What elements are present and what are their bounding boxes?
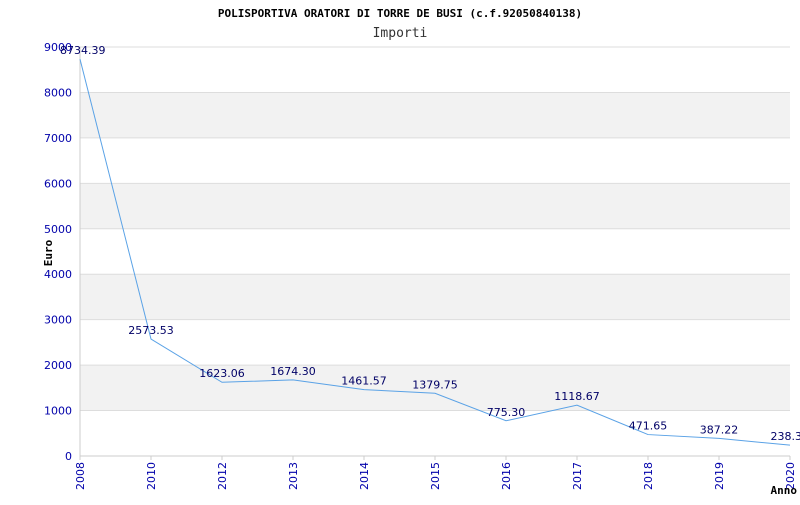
y-tick-label: 2000 xyxy=(44,359,72,372)
y-tick-label: 8000 xyxy=(44,86,72,99)
y-tick-label: 1000 xyxy=(44,405,72,418)
y-tick-label: 6000 xyxy=(44,177,72,190)
data-label: 238.3 xyxy=(771,430,800,443)
chart-title: POLISPORTIVA ORATORI DI TORRE DE BUSI (c… xyxy=(218,7,582,20)
data-label: 8734.39 xyxy=(60,44,106,57)
x-tick-label: 2015 xyxy=(429,462,442,490)
x-tick-label: 2012 xyxy=(216,462,229,490)
data-label: 775.30 xyxy=(487,406,526,419)
y-tick-label: 4000 xyxy=(44,268,72,281)
data-label: 1674.30 xyxy=(270,365,316,378)
data-label: 387.22 xyxy=(700,423,739,436)
data-label: 471.65 xyxy=(629,420,668,433)
chart-subtitle: Importi xyxy=(373,26,428,41)
x-axis-ticks: 2008 2010 2012 2013 2014 2015 2016 2017 2018 2019… xyxy=(74,456,797,490)
x-tick-label: 2010 xyxy=(145,462,158,490)
y-tick-label: 3000 xyxy=(44,314,72,327)
grid-band xyxy=(80,274,790,319)
data-label: 1379.75 xyxy=(412,378,458,391)
x-tick-label: 2019 xyxy=(713,462,726,490)
y-axis-label: Euro xyxy=(42,239,55,266)
y-tick-label: 5000 xyxy=(44,223,72,236)
grid-band xyxy=(80,92,790,137)
x-tick-label: 2014 xyxy=(358,462,371,490)
x-tick-label: 2018 xyxy=(642,462,655,490)
x-tick-label: 2013 xyxy=(287,462,300,490)
x-tick-label: 2008 xyxy=(74,462,87,490)
y-tick-label: 7000 xyxy=(44,132,72,145)
grid-bands xyxy=(80,92,790,410)
data-label: 1461.57 xyxy=(341,375,387,388)
chart: 0100020003000400050006000700080009000 20… xyxy=(0,0,800,500)
data-label: 1623.06 xyxy=(199,367,245,380)
grid-band xyxy=(80,183,790,228)
x-tick-label: 2016 xyxy=(500,462,513,490)
line-chart: 0100020003000400050006000700080009000 20… xyxy=(0,0,800,500)
x-tick-label: 2017 xyxy=(571,462,584,490)
data-label: 2573.53 xyxy=(128,324,174,337)
y-tick-label: 0 xyxy=(65,450,72,463)
data-label: 1118.67 xyxy=(554,390,600,403)
x-axis-label: Anno xyxy=(771,484,798,497)
